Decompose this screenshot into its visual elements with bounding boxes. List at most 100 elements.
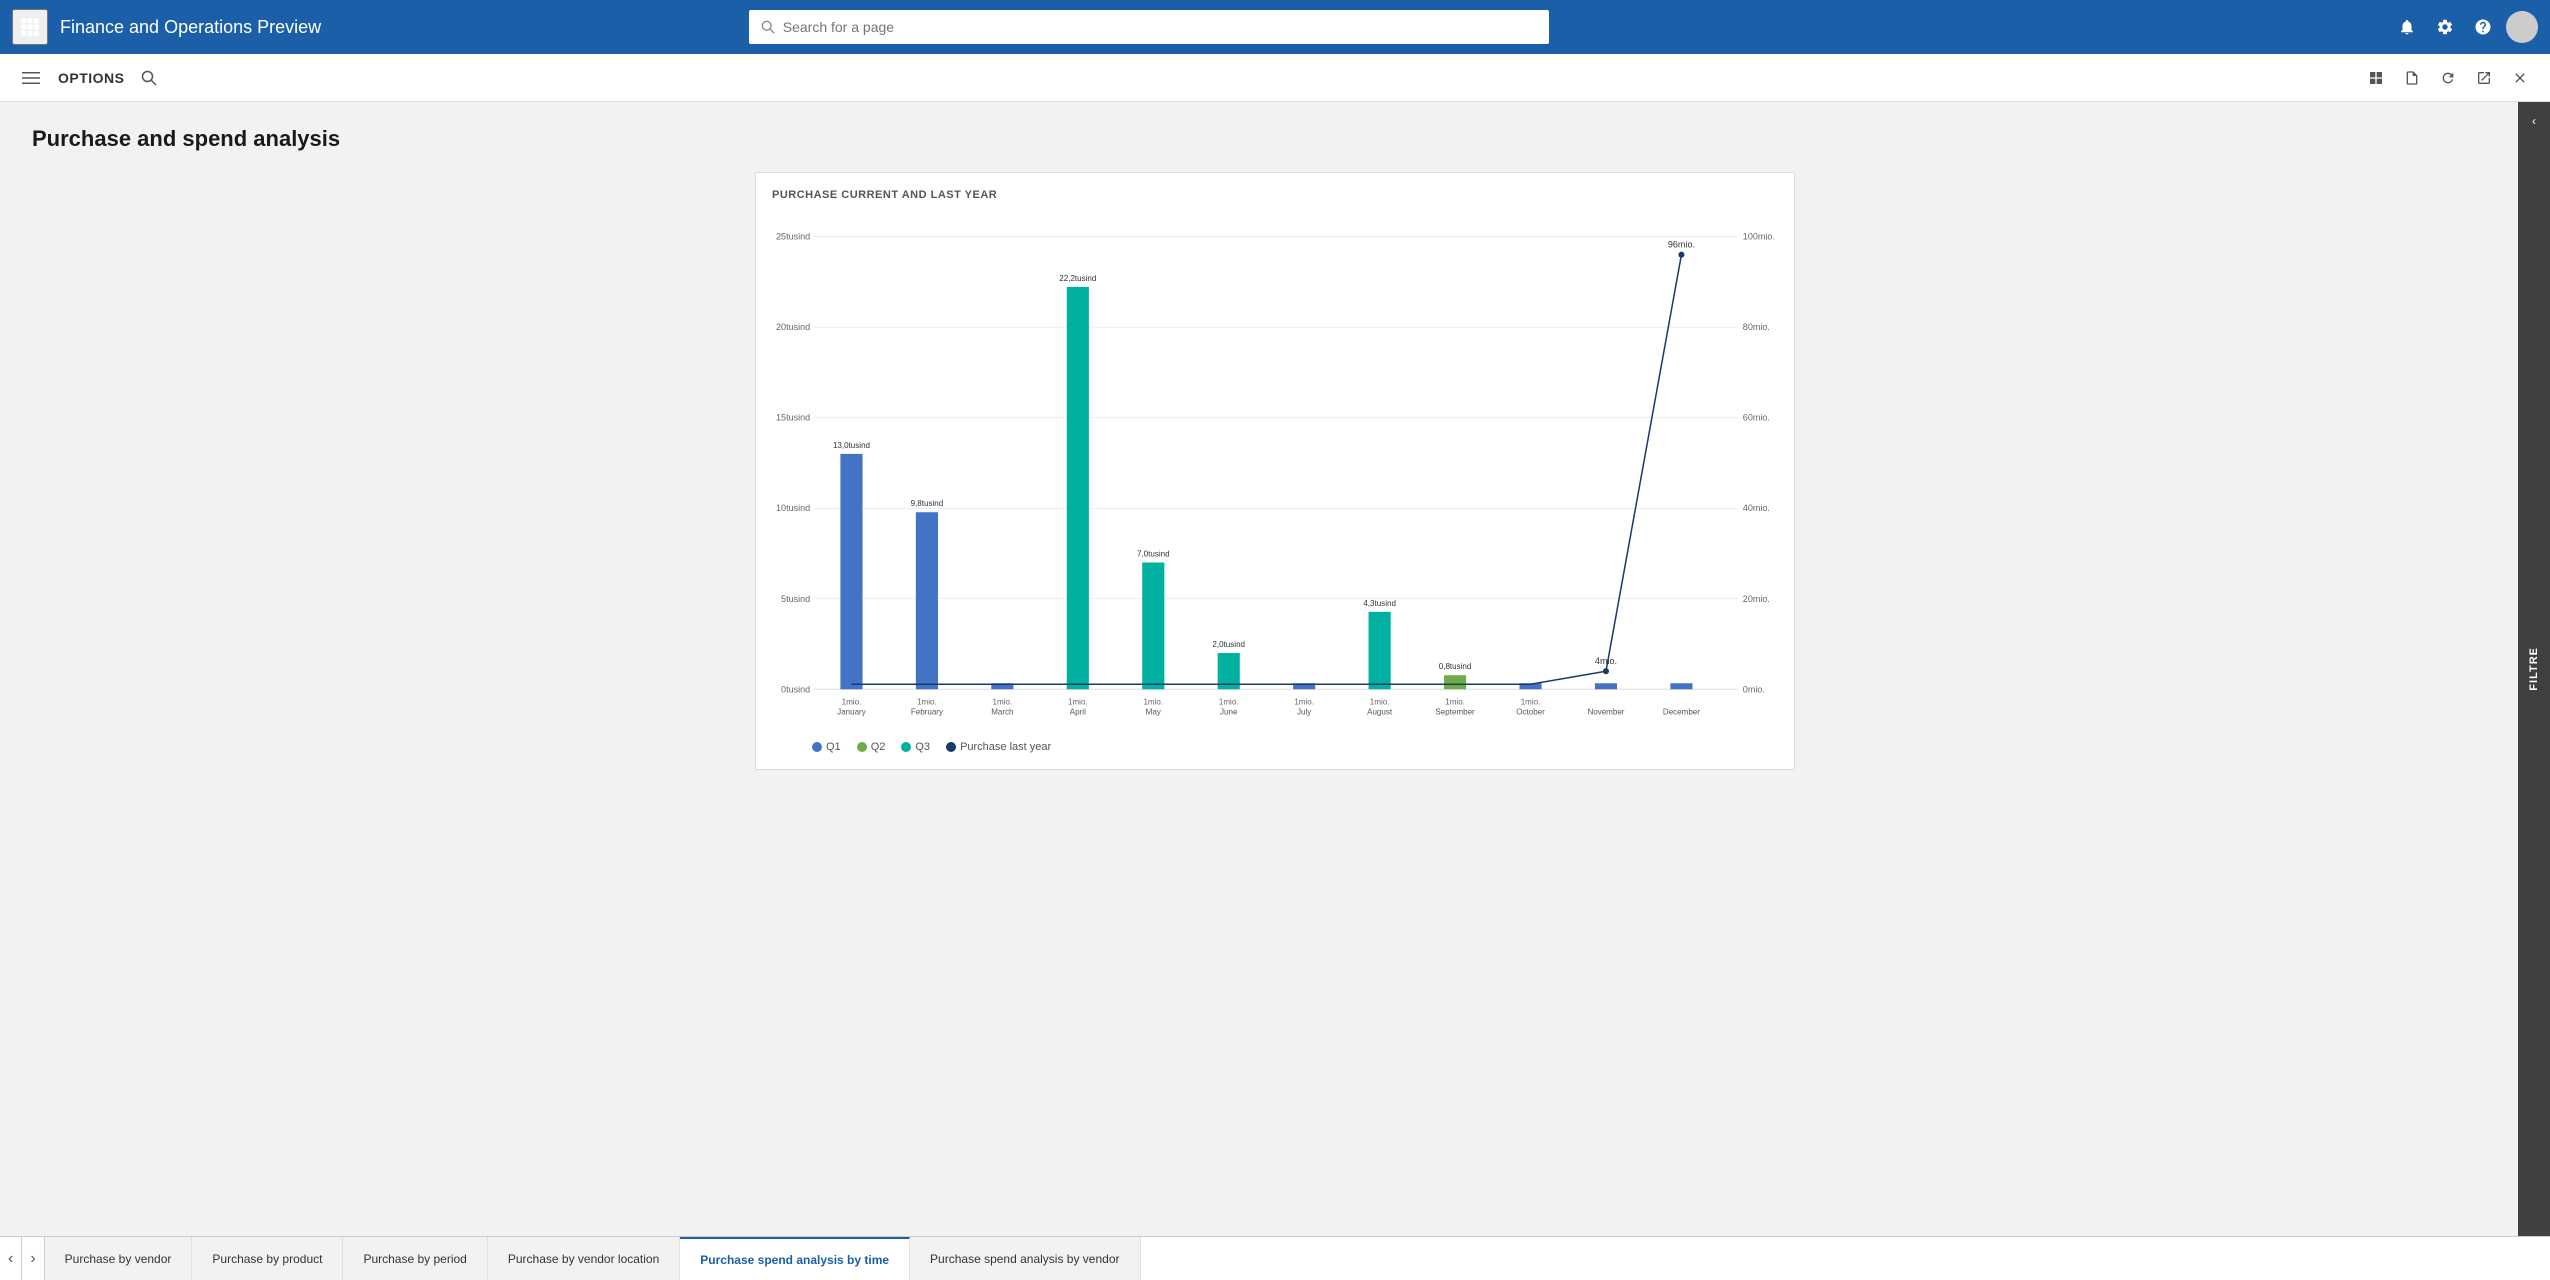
tab-purchase-by-period[interactable]: Purchase by period bbox=[343, 1237, 487, 1280]
svg-text:25tusind: 25tusind bbox=[776, 232, 810, 242]
app-menu-button[interactable] bbox=[12, 9, 48, 45]
bottom-tabs: ‹ › Purchase by vendor Purchase by produ… bbox=[0, 1236, 2550, 1280]
svg-text:April: April bbox=[1070, 707, 1086, 716]
svg-text:September: September bbox=[1435, 707, 1475, 716]
help-button[interactable] bbox=[2468, 12, 2498, 42]
chart-wrapper: PURCHASE CURRENT AND LAST YEAR 25tusind … bbox=[755, 172, 1795, 770]
bar-nov-q1 bbox=[1595, 683, 1617, 689]
popout-icon bbox=[2476, 70, 2492, 86]
bar-sep-q2 bbox=[1444, 675, 1466, 689]
svg-text:October: October bbox=[1516, 707, 1545, 716]
svg-text:0mio.: 0mio. bbox=[1743, 684, 1765, 694]
svg-text:40mio.: 40mio. bbox=[1743, 503, 1770, 513]
svg-text:1mio.: 1mio. bbox=[842, 697, 862, 706]
bar-feb-q1 bbox=[916, 512, 938, 689]
legend-last-year-dot bbox=[946, 742, 956, 752]
svg-text:20mio.: 20mio. bbox=[1743, 594, 1770, 604]
refresh-icon bbox=[2440, 70, 2456, 86]
line-point-nov bbox=[1603, 668, 1609, 674]
tab-prev-button[interactable]: ‹ bbox=[0, 1237, 22, 1280]
top-nav: Finance and Operations Preview bbox=[0, 0, 2550, 54]
svg-text:March: March bbox=[991, 707, 1013, 716]
svg-text:1mio.: 1mio. bbox=[1219, 697, 1239, 706]
nav-right-icons bbox=[2392, 11, 2538, 43]
svg-text:1mio.: 1mio. bbox=[1068, 697, 1088, 706]
tab-purchase-spend-analysis-by-time[interactable]: Purchase spend analysis by time bbox=[680, 1237, 910, 1280]
svg-text:January: January bbox=[837, 707, 866, 716]
legend-last-year-label: Purchase last year bbox=[960, 741, 1051, 753]
hamburger-button[interactable] bbox=[16, 63, 46, 93]
svg-text:0tusind: 0tusind bbox=[781, 684, 810, 694]
document-icon bbox=[2404, 70, 2420, 86]
avatar[interactable] bbox=[2506, 11, 2538, 43]
filter-panel[interactable]: ‹ FILTRE bbox=[2518, 102, 2550, 1236]
svg-text:7,0tusind: 7,0tusind bbox=[1137, 549, 1170, 558]
tab-purchase-by-vendor-location[interactable]: Purchase by vendor location bbox=[488, 1237, 680, 1280]
svg-text:1mio.: 1mio. bbox=[1445, 697, 1465, 706]
tab-next-button[interactable]: › bbox=[22, 1237, 44, 1280]
search-box[interactable] bbox=[749, 10, 1549, 44]
hamburger-icon bbox=[22, 69, 40, 87]
bell-icon bbox=[2398, 18, 2416, 36]
legend-q3-label: Q3 bbox=[915, 741, 930, 753]
chart-title: PURCHASE CURRENT AND LAST YEAR bbox=[772, 189, 1778, 201]
bar-dec-q1 bbox=[1670, 683, 1692, 689]
filter-chevron-icon: ‹ bbox=[2532, 114, 2536, 128]
dashboard-button[interactable] bbox=[2362, 66, 2390, 90]
svg-text:1mio.: 1mio. bbox=[917, 697, 937, 706]
svg-text:13,0tusind: 13,0tusind bbox=[833, 441, 870, 450]
options-label: OPTIONS bbox=[58, 70, 125, 86]
options-search-icon bbox=[141, 70, 157, 86]
svg-text:15tusind: 15tusind bbox=[776, 413, 810, 423]
chart-legend: Q1 Q2 Q3 Purchase last year bbox=[772, 741, 1778, 753]
legend-q1-label: Q1 bbox=[826, 741, 841, 753]
page-title: Purchase and spend analysis bbox=[32, 126, 2518, 152]
svg-text:May: May bbox=[1146, 707, 1161, 716]
search-input[interactable] bbox=[783, 19, 1537, 35]
svg-text:1mio.: 1mio. bbox=[993, 697, 1013, 706]
svg-text:80mio.: 80mio. bbox=[1743, 322, 1770, 332]
main-content: Purchase and spend analysis PURCHASE CUR… bbox=[0, 102, 2550, 1236]
settings-button[interactable] bbox=[2430, 12, 2460, 42]
bar-may-q3 bbox=[1142, 563, 1164, 690]
svg-text:9,8tusind: 9,8tusind bbox=[911, 499, 944, 508]
search-icon bbox=[761, 20, 775, 34]
options-search-button[interactable] bbox=[137, 66, 161, 90]
tab-purchase-by-product[interactable]: Purchase by product bbox=[192, 1237, 343, 1280]
chart-svg: 25tusind 20tusind 15tusind 10tusind 5tus… bbox=[772, 213, 1778, 733]
svg-text:100mio.: 100mio. bbox=[1743, 232, 1775, 242]
refresh-button[interactable] bbox=[2434, 66, 2462, 90]
svg-text:2,0tusind: 2,0tusind bbox=[1212, 640, 1245, 649]
legend-q2-label: Q2 bbox=[871, 741, 886, 753]
legend-q1: Q1 bbox=[812, 741, 841, 753]
bar-jan-q1 bbox=[840, 454, 862, 689]
svg-text:22,2tusind: 22,2tusind bbox=[1059, 274, 1096, 283]
svg-text:June: June bbox=[1220, 707, 1238, 716]
close-button[interactable] bbox=[2506, 66, 2534, 90]
svg-text:August: August bbox=[1367, 707, 1393, 716]
word-button[interactable] bbox=[2398, 66, 2426, 90]
svg-text:10tusind: 10tusind bbox=[776, 503, 810, 513]
svg-text:0,8tusind: 0,8tusind bbox=[1439, 662, 1472, 671]
legend-q3-dot bbox=[901, 742, 911, 752]
notifications-button[interactable] bbox=[2392, 12, 2422, 42]
legend-q1-dot bbox=[812, 742, 822, 752]
dashboard-icon bbox=[2368, 70, 2384, 86]
popout-button[interactable] bbox=[2470, 66, 2498, 90]
svg-text:1mio.: 1mio. bbox=[1521, 697, 1541, 706]
filter-label: FILTRE bbox=[2528, 647, 2540, 691]
svg-text:1mio.: 1mio. bbox=[1370, 697, 1390, 706]
tab-purchase-by-vendor[interactable]: Purchase by vendor bbox=[45, 1237, 193, 1280]
tab-purchase-spend-analysis-by-vendor[interactable]: Purchase spend analysis by vendor bbox=[910, 1237, 1140, 1280]
svg-text:February: February bbox=[911, 707, 943, 716]
bar-aug-q3 bbox=[1369, 612, 1391, 689]
line-last-year bbox=[851, 255, 1681, 685]
legend-last-year: Purchase last year bbox=[946, 741, 1051, 753]
svg-text:December: December bbox=[1663, 707, 1700, 716]
svg-text:1mio.: 1mio. bbox=[1294, 697, 1314, 706]
app-title: Finance and Operations Preview bbox=[60, 17, 321, 38]
svg-text:November: November bbox=[1587, 707, 1624, 716]
legend-q2: Q2 bbox=[857, 741, 886, 753]
svg-text:60mio.: 60mio. bbox=[1743, 413, 1770, 423]
svg-text:96mio.: 96mio. bbox=[1668, 240, 1695, 250]
